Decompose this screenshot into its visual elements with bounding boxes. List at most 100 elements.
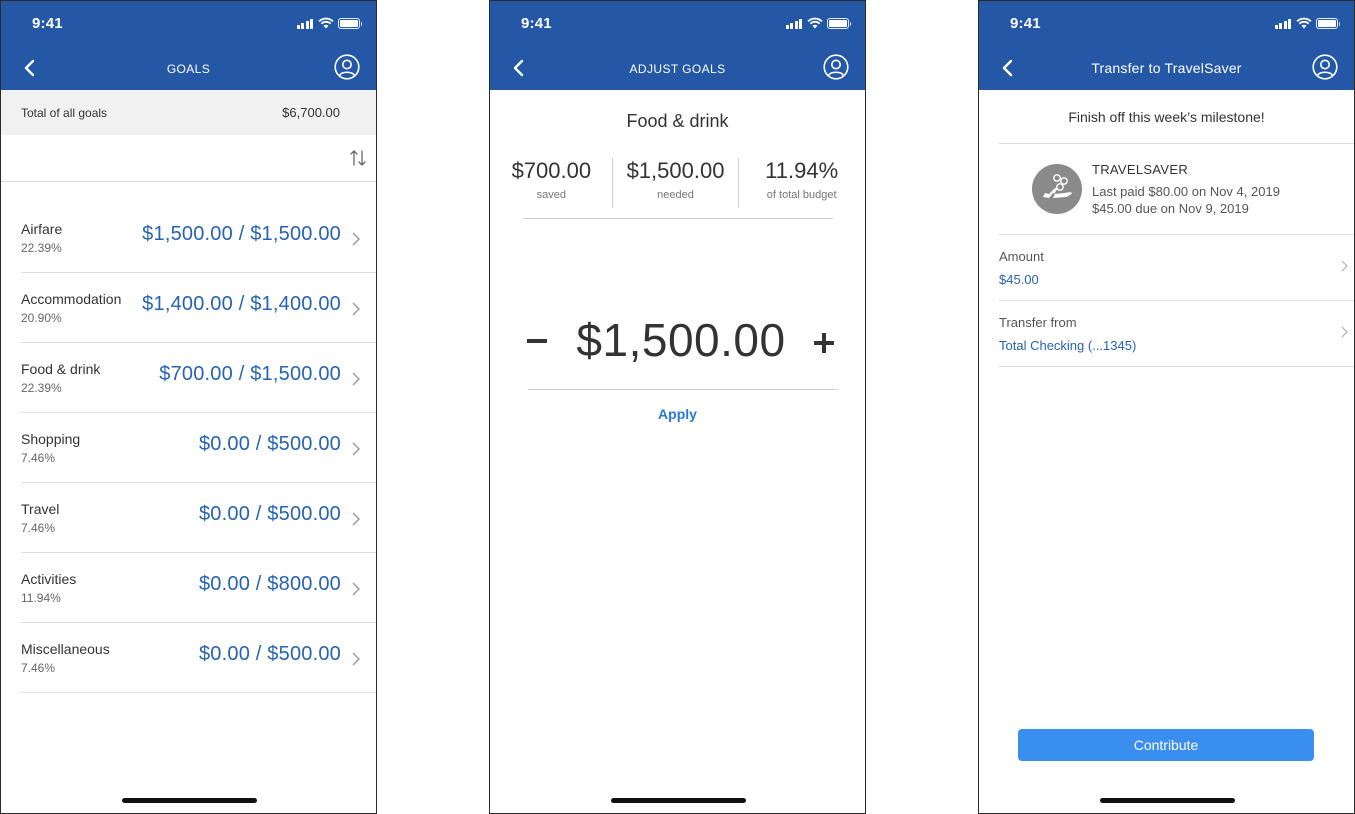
goal-amount: $0.00 / $500.00 — [198, 503, 341, 525]
goal-name: Accommodation — [21, 291, 122, 307]
budget-label: of total budget — [766, 189, 837, 201]
chevron-left-icon — [1002, 59, 1013, 77]
amount-value: $45.00 — [999, 272, 1039, 287]
goal-row-accommodation[interactable]: Accommodation 20.90% $1,400.00 / $1,400.… — [21, 273, 376, 343]
divider — [611, 158, 613, 208]
goal-title: Food & drink — [626, 111, 729, 131]
wifi-icon — [807, 17, 823, 29]
goal-row-airfare[interactable]: Airfare 22.39% $1,500.00 / $1,500.00 — [21, 203, 376, 273]
divider — [523, 218, 833, 219]
chevron-right-icon — [1341, 326, 1348, 338]
divider — [999, 143, 1354, 144]
back-button[interactable] — [508, 56, 528, 80]
goal-amount: $700.00 / $1,500.00 — [159, 363, 341, 385]
amount-stepper: $1,500.00 — [523, 313, 839, 375]
profile-icon[interactable] — [823, 54, 849, 80]
chevron-right-icon — [352, 232, 360, 246]
goal-row-miscellaneous[interactable]: Miscellaneous 7.46% $0.00 / $500.00 — [21, 623, 376, 693]
divider — [528, 389, 838, 390]
chevron-right-icon — [352, 372, 360, 386]
chevron-right-icon — [352, 582, 360, 596]
total-row: Total of all goals $6,700.00 — [1, 90, 376, 135]
budget-value: 11.94% — [765, 158, 839, 183]
adjust-goals-screen: 9:41 ADJUST GOALS Food & drink $700.00 s… — [489, 0, 866, 814]
due-text: $45.00 due on Nov 9, 2019 — [1092, 201, 1249, 216]
divider — [999, 366, 1354, 367]
chevron-right-icon — [352, 652, 360, 666]
back-button[interactable] — [19, 56, 39, 80]
goal-percent: 11.94% — [21, 591, 61, 605]
status-time: 9:41 — [1010, 15, 1041, 32]
transfer-from-value: Total Checking (...1345) — [999, 338, 1137, 353]
total-label: Total of all goals — [21, 106, 108, 120]
goal-percent: 20.90% — [21, 311, 62, 325]
goal-row-food-drink[interactable]: Food & drink 22.39% $700.00 / $1,500.00 — [21, 343, 376, 413]
status-icons — [785, 17, 851, 29]
goal-name: Shopping — [21, 431, 81, 447]
travel-savings-icon — [1032, 164, 1082, 214]
goal-percent: 22.39% — [21, 241, 62, 255]
goal-percent: 22.39% — [21, 381, 62, 395]
status-time: 9:41 — [521, 15, 552, 32]
goal-name: Activities — [21, 571, 77, 587]
cellular-signal-icon — [296, 18, 313, 29]
divider — [1, 181, 376, 182]
needed-value: $1,500.00 — [626, 158, 725, 183]
goal-list: Airfare 22.39% $1,500.00 / $1,500.00 Acc… — [1, 203, 376, 693]
back-button[interactable] — [997, 56, 1017, 80]
profile-icon[interactable] — [334, 54, 360, 80]
page-title: Transfer to TravelSaver — [1091, 60, 1242, 76]
transfer-from-label: Transfer from — [999, 315, 1077, 330]
apply-button[interactable]: Apply — [490, 406, 865, 422]
goal-percent: 7.46% — [21, 661, 56, 675]
needed-stat: $1,500.00 needed — [622, 158, 730, 208]
goal-amount: $0.00 / $800.00 — [198, 573, 341, 595]
page-title: ADJUST GOALS — [629, 62, 726, 76]
chevron-left-icon — [24, 59, 35, 77]
chevron-right-icon — [352, 512, 360, 526]
goal-name: Miscellaneous — [21, 641, 110, 657]
goal-amount: $0.00 / $500.00 — [198, 433, 341, 455]
goal-amount: $1,400.00 / $1,400.00 — [142, 293, 341, 315]
decrease-button[interactable] — [527, 339, 547, 343]
wifi-icon — [318, 17, 334, 29]
goal-row-shopping[interactable]: Shopping 7.46% $0.00 / $500.00 — [21, 413, 376, 483]
cellular-signal-icon — [1274, 18, 1291, 29]
contribute-button[interactable]: Contribute — [1018, 729, 1314, 761]
status-icons — [1274, 17, 1340, 29]
chevron-right-icon — [352, 442, 360, 456]
divider — [738, 158, 740, 208]
account-name: TRAVELSAVER — [1092, 162, 1189, 177]
amount-label: Amount — [999, 249, 1044, 264]
transfer-screen: 9:41 Transfer to TravelSaver Finish off … — [978, 0, 1355, 814]
sort-icon[interactable] — [349, 148, 367, 168]
home-indicator[interactable] — [610, 798, 746, 803]
status-time: 9:41 — [32, 15, 63, 32]
saved-stat: $700.00 saved — [500, 158, 603, 208]
needed-label: needed — [657, 189, 694, 201]
goal-amount-value[interactable]: $1,500.00 — [523, 313, 839, 367]
chevron-left-icon — [513, 59, 524, 77]
cellular-signal-icon — [785, 18, 802, 29]
saved-label: saved — [536, 189, 567, 201]
goal-name: Airfare — [21, 221, 63, 237]
battery-icon — [1316, 18, 1340, 29]
profile-icon[interactable] — [1312, 54, 1338, 80]
battery-icon — [827, 18, 851, 29]
chevron-right-icon — [1341, 260, 1348, 272]
goal-amount: $0.00 / $500.00 — [198, 643, 341, 665]
home-indicator[interactable] — [1099, 798, 1235, 803]
goal-stats: $700.00 saved $1,500.00 needed 11.94% of… — [500, 158, 855, 208]
increase-button[interactable] — [814, 333, 834, 353]
budget-stat: 11.94% of total budget — [748, 158, 855, 208]
goal-row-travel[interactable]: Travel 7.46% $0.00 / $500.00 — [21, 483, 376, 553]
goal-row-activities[interactable]: Activities 11.94% $0.00 / $800.00 — [21, 553, 376, 623]
home-indicator[interactable] — [121, 798, 257, 803]
status-icons — [296, 17, 362, 29]
saved-value: $700.00 — [511, 158, 592, 183]
wifi-icon — [1296, 17, 1312, 29]
transfer-from-field[interactable]: Transfer from Total Checking (...1345) — [999, 301, 1354, 367]
amount-field[interactable]: Amount $45.00 — [999, 235, 1354, 301]
nav-bar: 9:41 GOALS — [1, 1, 376, 90]
goal-name: Food & drink — [21, 361, 101, 377]
